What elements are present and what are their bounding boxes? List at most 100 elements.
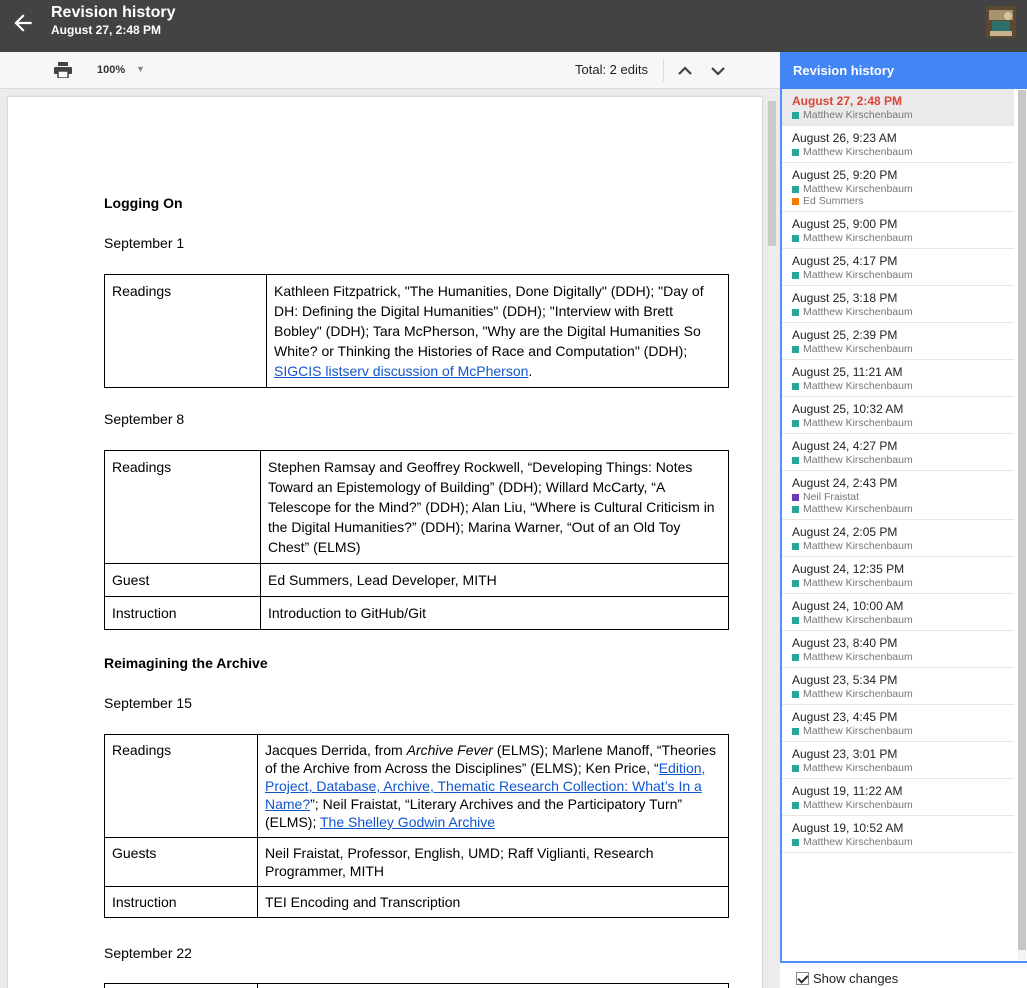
document-scrollbar[interactable] — [768, 89, 776, 988]
revision-author: Matthew Kirschenbaum — [792, 232, 1014, 244]
revision-time: August 25, 11:21 AM — [792, 365, 903, 379]
toolbar-divider — [663, 60, 664, 82]
revision-author: Matthew Kirschenbaum — [792, 343, 1014, 355]
show-changes-checkbox[interactable]: Show changes — [796, 971, 898, 986]
revision-author: Matthew Kirschenbaum — [792, 380, 1014, 392]
revision-item[interactable]: August 25, 11:21 AM Matthew Kirschenbaum — [782, 360, 1014, 397]
author-name: Matthew Kirschenbaum — [803, 725, 913, 737]
author-color-swatch — [792, 148, 799, 156]
previous-edit-chevron-up-icon[interactable] — [674, 60, 696, 82]
revision-item[interactable]: August 23, 5:34 PM Matthew Kirschenbaum — [782, 668, 1014, 705]
revision-author: Matthew Kirschenbaum — [792, 109, 1014, 121]
back-arrow-icon[interactable] — [10, 10, 36, 36]
revision-item[interactable]: August 25, 10:32 AM Matthew Kirschenbaum — [782, 397, 1014, 434]
avatar[interactable] — [986, 6, 1016, 38]
author-name: Matthew Kirschenbaum — [803, 540, 913, 552]
row-content: Stephen Ramsay and Geoffrey Rockwell, “D… — [260, 450, 729, 564]
revision-timestamp: August 27, 2:48 PM — [51, 23, 162, 37]
revision-author: Matthew Kirschenbaum — [792, 614, 1014, 626]
chevron-down-icon[interactable]: ▼ — [136, 64, 145, 74]
print-icon[interactable] — [54, 62, 72, 79]
row-label — [104, 983, 258, 988]
period: . — [528, 363, 533, 379]
next-edit-chevron-down-icon[interactable] — [707, 60, 729, 82]
revision-item[interactable]: August 25, 2:39 PM Matthew Kirschenbaum — [782, 323, 1014, 360]
author-color-swatch — [792, 801, 799, 809]
author-name: Ed Summers — [803, 195, 864, 207]
author-name: Matthew Kirschenbaum — [803, 762, 913, 774]
revision-time: August 24, 10:00 AM — [792, 599, 904, 613]
zoom-select[interactable]: 100% — [97, 64, 125, 76]
revision-author: Matthew Kirschenbaum — [792, 762, 1014, 774]
revision-item[interactable]: August 23, 3:01 PM Matthew Kirschenbaum — [782, 742, 1014, 779]
revision-item[interactable]: August 24, 10:00 AM Matthew Kirschenbaum — [782, 594, 1014, 631]
revision-time: August 23, 3:01 PM — [792, 747, 898, 761]
revision-author: Neil Fraistat — [792, 491, 1014, 503]
schedule-table: Readings Stephen Ramsay and Geoffrey Roc… — [104, 450, 729, 630]
revision-list: August 27, 2:48 PM Matthew Kirschenbaum Au… — [780, 89, 1027, 963]
author-color-swatch — [792, 185, 799, 193]
date-heading: September 8 — [104, 411, 185, 427]
revision-author: Matthew Kirschenbaum — [792, 651, 1014, 663]
revision-item[interactable]: August 25, 3:18 PM Matthew Kirschenbaum — [782, 286, 1014, 323]
author-name: Matthew Kirschenbaum — [803, 109, 913, 121]
revision-item[interactable]: August 25, 9:20 PM Matthew Kirschenbaum Ed… — [782, 163, 1014, 212]
shelley-godwin-link[interactable]: The Shelley Godwin Archive — [320, 814, 495, 830]
author-name: Matthew Kirschenbaum — [803, 380, 913, 392]
revision-author: Matthew Kirschenbaum — [792, 417, 1014, 429]
author-color-swatch — [792, 690, 799, 698]
author-color-swatch — [792, 542, 799, 550]
row-content: Introduction to GitHub/Git — [260, 596, 729, 630]
book-title: Archive Fever — [406, 742, 493, 758]
top-bar: Revision history August 27, 2:48 PM — [0, 0, 1027, 52]
revision-time: August 19, 10:52 AM — [792, 821, 904, 835]
author-color-swatch — [792, 308, 799, 316]
scrollbar-thumb[interactable] — [1018, 90, 1026, 950]
author-color-swatch — [792, 111, 799, 119]
date-heading: September 1 — [104, 235, 185, 251]
revision-item[interactable]: August 27, 2:48 PM Matthew Kirschenbaum — [782, 89, 1014, 126]
revision-item[interactable]: August 25, 4:17 PM Matthew Kirschenbaum — [782, 249, 1014, 286]
revision-item[interactable]: August 24, 2:43 PM Neil Fraistat Matthew K… — [782, 471, 1014, 520]
revision-item[interactable]: August 24, 2:05 PM Matthew Kirschenbaum — [782, 520, 1014, 557]
readings-text: Kathleen Fitzpatrick, "The Humanities, D… — [274, 283, 704, 359]
author-name: Matthew Kirschenbaum — [803, 417, 913, 429]
readings-text: Jacques Derrida, from — [265, 742, 407, 758]
row-label: Readings — [104, 274, 267, 388]
scrollbar-thumb[interactable] — [768, 101, 776, 246]
revision-time: August 23, 8:40 PM — [792, 636, 898, 650]
author-name: Matthew Kirschenbaum — [803, 183, 913, 195]
row-content: Kathleen Fitzpatrick, "The Humanities, D… — [266, 274, 729, 388]
author-name: Matthew Kirschenbaum — [803, 343, 913, 355]
document-viewport: Logging On September 1 Readings Kathleen… — [0, 89, 780, 988]
author-color-swatch — [792, 419, 799, 427]
author-color-swatch — [792, 727, 799, 735]
row-label: Instruction — [104, 886, 258, 918]
revision-author: Matthew Kirschenbaum — [792, 146, 1014, 158]
table-row: Readings Jacques Derrida, from Archive F… — [104, 734, 729, 838]
schedule-table: Readings Jacques Derrida, from Archive F… — [104, 734, 729, 918]
revision-time: August 24, 4:27 PM — [792, 439, 898, 453]
total-edits-count: Total: 2 edits — [575, 62, 648, 77]
checkbox-checked-icon[interactable] — [796, 972, 809, 985]
revision-time: August 27, 2:48 PM — [792, 94, 903, 108]
revision-item[interactable]: August 26, 9:23 AM Matthew Kirschenbaum — [782, 126, 1014, 163]
revision-item[interactable]: August 24, 4:27 PM Matthew Kirschenbaum — [782, 434, 1014, 471]
document-page: Logging On September 1 Readings Kathleen… — [8, 97, 762, 988]
revision-item[interactable]: August 19, 10:52 AM Matthew Kirschenbaum — [782, 816, 1014, 853]
row-content — [257, 983, 729, 988]
table-row: Readings Stephen Ramsay and Geoffrey Roc… — [104, 450, 729, 564]
revision-item[interactable]: August 23, 8:40 PM Matthew Kirschenbaum — [782, 631, 1014, 668]
revision-time: August 25, 4:17 PM — [792, 254, 898, 268]
author-color-swatch — [792, 616, 799, 624]
revision-author: Matthew Kirschenbaum — [792, 183, 1014, 195]
sigcis-link[interactable]: SIGCIS listserv discussion of McPherson — [274, 363, 528, 379]
revision-author: Matthew Kirschenbaum — [792, 503, 1014, 515]
revision-item[interactable]: August 24, 12:35 PM Matthew Kirschenbaum — [782, 557, 1014, 594]
revision-item[interactable]: August 25, 9:00 PM Matthew Kirschenbaum — [782, 212, 1014, 249]
revision-item[interactable]: August 19, 11:22 AM Matthew Kirschenbaum — [782, 779, 1014, 816]
revision-scrollbar[interactable] — [1018, 90, 1026, 960]
revision-item[interactable]: August 23, 4:45 PM Matthew Kirschenbaum — [782, 705, 1014, 742]
row-label: Readings — [104, 734, 258, 838]
revision-time: August 25, 9:00 PM — [792, 217, 898, 231]
